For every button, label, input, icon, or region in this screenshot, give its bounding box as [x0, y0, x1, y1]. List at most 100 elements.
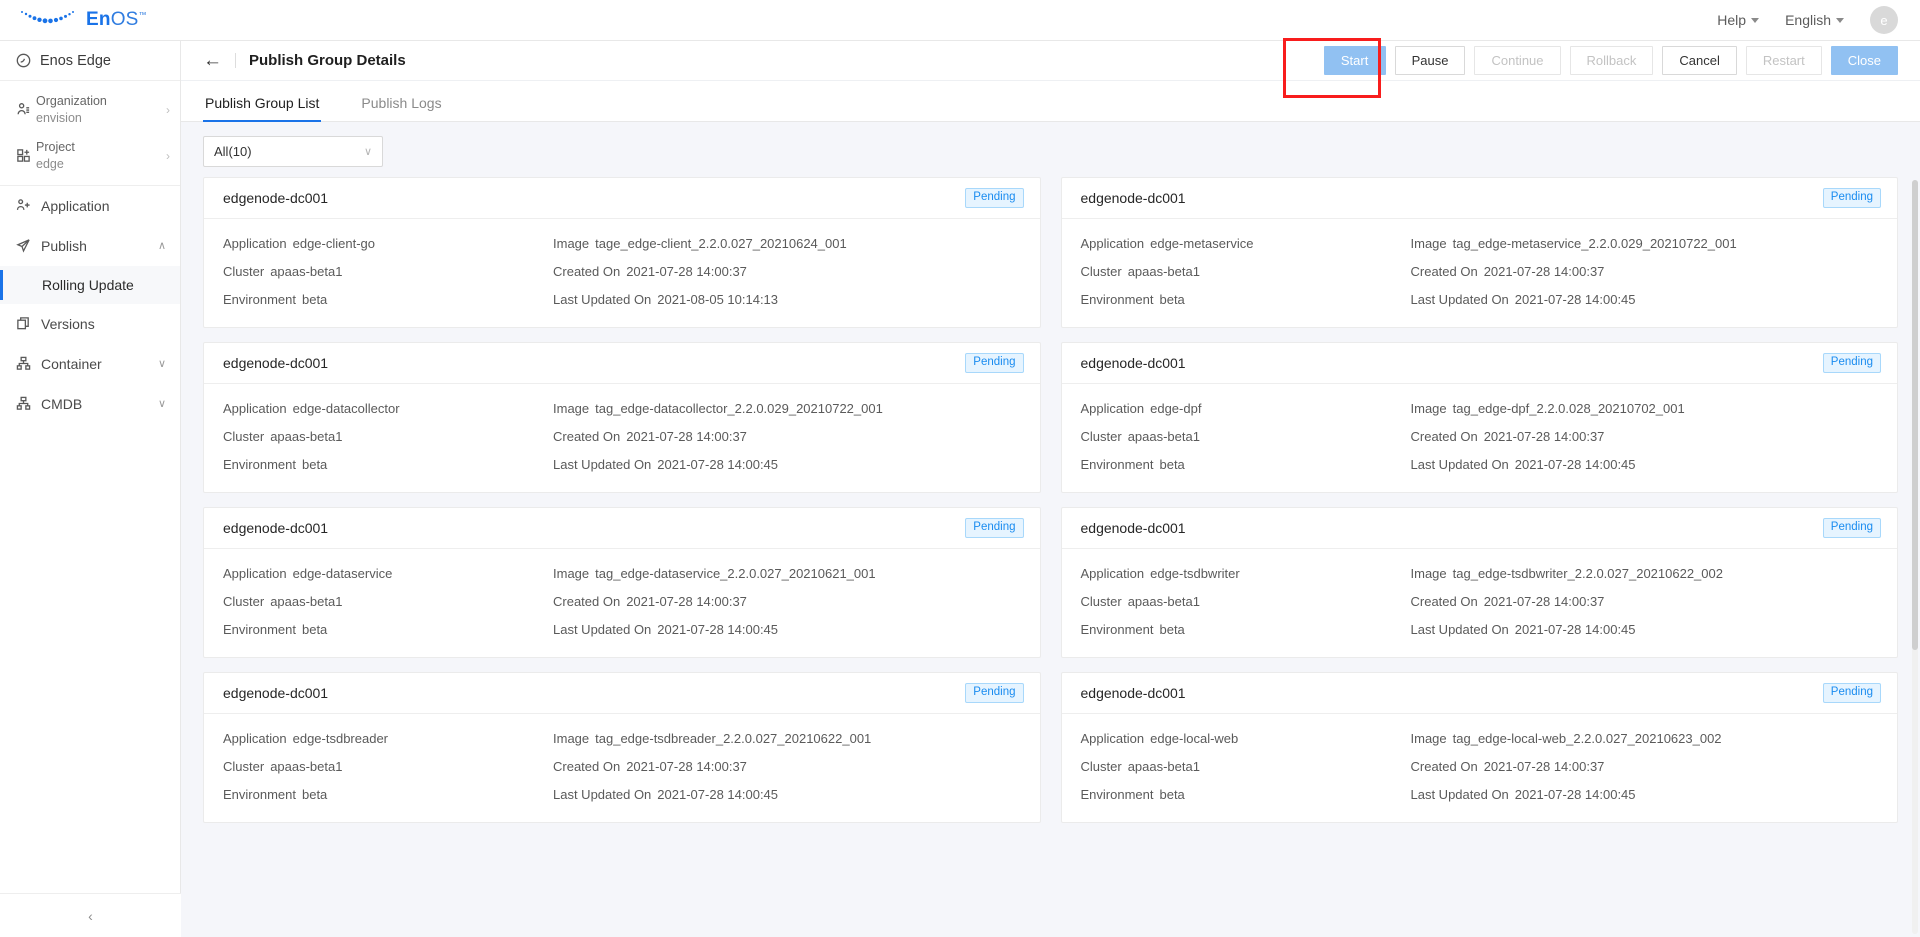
chevron-left-icon: ‹: [88, 907, 93, 924]
back-button[interactable]: ←: [203, 51, 222, 70]
publish-group-card[interactable]: edgenode-dc001 Pending Application edge-dat…: [203, 342, 1041, 493]
pause-button[interactable]: Pause: [1394, 46, 1466, 75]
organization-icon: [16, 102, 36, 117]
card-title: edgenode-dc001: [223, 520, 329, 536]
chevron-down-icon: ∨: [157, 398, 166, 410]
publish-group-card[interactable]: edgenode-dc001 Pending Application edge-cli…: [203, 177, 1041, 328]
cancel-button[interactable]: Cancel: [1662, 46, 1737, 75]
field-environment: Environment beta: [223, 787, 553, 802]
publish-group-card[interactable]: edgenode-dc001 Pending Application edge-tsd…: [1060, 507, 1898, 658]
status-badge: Pending: [965, 518, 1024, 538]
sidebar-selector-project[interactable]: Project edge ›: [0, 133, 180, 179]
tab-publish-logs[interactable]: Publish Logs: [359, 95, 443, 121]
field-created-on: Created On 2021-07-28 14:00:37: [553, 264, 1021, 279]
field-application: Application edge-tsdbwriter: [1081, 566, 1411, 581]
field-value: beta: [1159, 292, 1185, 307]
publish-group-card[interactable]: edgenode-dc001 Pending Application edge-dat…: [203, 507, 1041, 658]
publish-group-card[interactable]: edgenode-dc001 Pending Application edge-loc…: [1060, 672, 1898, 823]
sidebar-item-application[interactable]: Application: [0, 186, 180, 226]
field-label: Image: [1410, 566, 1447, 581]
application-icon: [16, 199, 30, 210]
card-title: edgenode-dc001: [1080, 520, 1186, 536]
publish-group-card[interactable]: edgenode-dc001 Pending Application edge-dpf…: [1060, 342, 1898, 493]
field-value: edge-client-go: [292, 236, 375, 251]
field-cluster: Cluster apaas-beta1: [1081, 759, 1411, 774]
page-header: ← Publish Group Details Start Pause Contin…: [181, 41, 1920, 81]
sidebar-item-versions[interactable]: Versions: [0, 304, 180, 344]
field-environment: Environment beta: [1081, 292, 1411, 307]
field-cluster: Cluster apaas-beta1: [1081, 429, 1411, 444]
app-logo[interactable]: EnOS™: [18, 9, 147, 31]
field-value: tag_edge-dpf_2.2.0.028_20210702_001: [1452, 401, 1685, 416]
field-value: 2021-07-28 14:00:37: [626, 759, 747, 774]
field-label: Image: [553, 566, 590, 581]
field-cluster: Cluster apaas-beta1: [223, 594, 553, 609]
restart-button: Restart: [1745, 46, 1822, 75]
field-value: edge-dataservice: [292, 566, 393, 581]
field-environment: Environment beta: [223, 457, 553, 472]
field-image: Image tag_edge-datacollector_2.2.0.029_20…: [553, 401, 1021, 416]
tab-publish-group-list[interactable]: Publish Group List: [203, 95, 322, 122]
sidebar-item-container[interactable]: Container ∨: [0, 344, 180, 384]
field-value: tag_edge-datacollector_2.2.0.029_2021072…: [595, 401, 883, 416]
language-label: English: [1785, 12, 1831, 28]
chevron-down-icon: ∨: [363, 146, 372, 158]
field-value: apaas-beta1: [270, 264, 343, 279]
avatar[interactable]: e: [1870, 6, 1898, 34]
publish-group-card[interactable]: edgenode-dc001 Pending Application edge-met…: [1060, 177, 1898, 328]
status-filter-select[interactable]: All(10) ∨: [203, 136, 383, 167]
field-value: beta: [1159, 787, 1185, 802]
help-label: Help: [1717, 12, 1747, 28]
content-scrollbar[interactable]: [1912, 180, 1918, 934]
language-menu[interactable]: English: [1785, 12, 1844, 28]
sidebar-item-label: Container: [41, 355, 102, 372]
publish-group-card[interactable]: edgenode-dc001 Pending Application edge-tsd…: [203, 672, 1041, 823]
field-last-updated-on: Last Updated On 2021-07-28 14:00:45: [553, 622, 1021, 637]
field-label: Environment: [1080, 292, 1154, 307]
field-image: Image tage_edge-client_2.2.0.027_20210624…: [553, 236, 1021, 251]
field-image: Image tag_edge-tsdbreader_2.2.0.027_20210…: [553, 731, 1021, 746]
field-image: Image tag_edge-local-web_2.2.0.027_202106…: [1411, 731, 1879, 746]
field-label: Last Updated On: [1410, 457, 1509, 472]
field-label: Created On: [1410, 429, 1478, 444]
field-label: Application: [223, 731, 287, 746]
chevron-down-icon: [1751, 17, 1760, 23]
scrollbar-thumb[interactable]: [1912, 180, 1918, 650]
close-button[interactable]: Close: [1830, 46, 1898, 75]
sidebar-item-cmdb[interactable]: CMDB ∨: [0, 384, 180, 424]
field-value: 2021-07-28 14:00:45: [657, 457, 779, 472]
field-label: Image: [553, 731, 590, 746]
project-value: edge: [36, 156, 64, 171]
field-value: apaas-beta1: [1127, 429, 1200, 444]
field-label: Environment: [223, 622, 296, 637]
field-label: Image: [1410, 401, 1447, 416]
organization-label: Organization: [36, 94, 107, 108]
help-menu[interactable]: Help: [1717, 12, 1760, 28]
field-value: edge-metaservice: [1150, 236, 1254, 251]
status-badge: Pending: [1822, 188, 1881, 208]
field-label: Environment: [1080, 787, 1154, 802]
field-value: apaas-beta1: [1127, 759, 1200, 774]
chevron-right-icon: ›: [166, 102, 170, 117]
field-created-on: Created On 2021-07-28 14:00:37: [1411, 759, 1879, 774]
field-value: edge-local-web: [1150, 731, 1239, 746]
sidebar-item-rolling-update[interactable]: Rolling Update: [0, 265, 180, 304]
sidebar: Enos Edge Organization envision › Projec…: [0, 41, 181, 937]
field-value: apaas-beta1: [270, 429, 343, 444]
cmdb-icon: [16, 396, 31, 410]
logo-tm: ™: [138, 10, 147, 20]
field-value: 2021-07-28 14:00:45: [657, 622, 779, 637]
page-title: Publish Group Details: [249, 52, 406, 69]
start-button[interactable]: Start: [1323, 46, 1386, 75]
status-badge: Pending: [965, 188, 1024, 208]
sidebar-item-publish[interactable]: Publish ∧: [0, 226, 180, 266]
field-label: Environment: [1080, 622, 1154, 637]
sidebar-collapse-button[interactable]: ‹: [0, 893, 181, 937]
field-cluster: Cluster apaas-beta1: [223, 759, 553, 774]
sidebar-selector-organization[interactable]: Organization envision ›: [0, 87, 180, 133]
field-label: Created On: [553, 429, 621, 444]
status-badge: Pending: [965, 353, 1024, 373]
field-label: Application: [1080, 401, 1145, 416]
sidebar-item-label: Versions: [41, 315, 95, 332]
sidebar-product[interactable]: Enos Edge: [0, 41, 180, 81]
